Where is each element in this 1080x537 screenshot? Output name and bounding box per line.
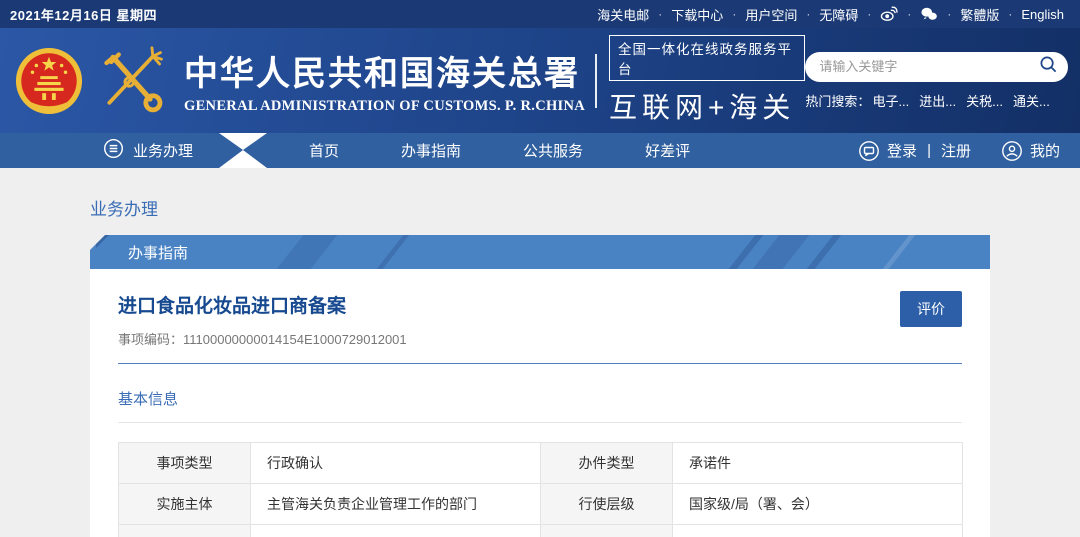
login-link[interactable]: 登录 (887, 140, 917, 161)
weibo-icon[interactable] (880, 6, 898, 22)
nav-item-public-service[interactable]: 公共服务 (523, 140, 583, 161)
evaluate-button[interactable]: 评价 (900, 291, 962, 327)
wechat-icon[interactable] (920, 6, 938, 22)
field-label: 是否收费 (119, 525, 251, 537)
my-account-link[interactable]: 我的 (1030, 140, 1060, 161)
hot-search-label: 热门搜索： (805, 91, 870, 110)
link-accessibility[interactable]: 无障碍 (819, 5, 858, 24)
page-content: 业务办理 办事指南 进口食品化妆品进口商备案 事项编码：111000000000… (0, 168, 1080, 537)
nav-item-home[interactable]: 首页 (309, 140, 339, 161)
site-title-block: 中华人民共和国海关总署 GENERAL ADMINISTRATION OF CU… (184, 46, 585, 115)
platform-name: 互联网+海关 (609, 86, 805, 126)
field-value: 国家级/局（署、会） (673, 484, 963, 525)
my-account-group[interactable]: 我的 (1001, 140, 1060, 162)
dot-separator: · (732, 7, 736, 21)
site-header: 中华人民共和国海关总署 GENERAL ADMINISTRATION OF CU… (0, 28, 1080, 133)
search-box[interactable] (805, 52, 1068, 82)
detail-card: 进口食品化妆品进口商备案 事项编码：11100000000014154E1000… (90, 269, 990, 537)
hot-search-item[interactable]: 通关... (1013, 91, 1050, 110)
hot-search-item[interactable]: 关税... (966, 91, 1003, 110)
field-label: 事项类型 (119, 443, 251, 484)
link-english[interactable]: English (1021, 7, 1064, 22)
nav-item-rating[interactable]: 好差评 (645, 140, 690, 161)
field-label: 行使层级 (541, 484, 673, 525)
nav-menu-label: 业务办理 (133, 140, 193, 161)
nav-active-marker (219, 133, 267, 168)
national-emblem (14, 46, 84, 116)
banner-stripe (372, 235, 414, 269)
table-row: 事项类型 行政确认 办件类型 承诺件 (119, 443, 963, 484)
basic-info-table: 事项类型 行政确认 办件类型 承诺件 实施主体 主管海关负责企业管理工作的部门 … (118, 442, 963, 537)
dot-separator: · (867, 7, 871, 21)
field-label: 办件类型 (541, 443, 673, 484)
field-label: 办理形式 (541, 525, 673, 537)
customs-logo-icon (96, 45, 170, 117)
hot-search-line: 热门搜索： 电子... 进出... 关税... 通关... (805, 91, 1068, 110)
dot-separator: · (907, 7, 911, 21)
section-divider (118, 422, 962, 423)
banner-decoration (90, 235, 105, 250)
blue-divider (118, 363, 962, 364)
register-link[interactable]: 注册 (941, 140, 971, 161)
field-value: 窗口办理 网上办理 (673, 525, 963, 537)
site-title-chinese: 中华人民共和国海关总署 (184, 46, 585, 95)
table-row: 是否收费 否 办理形式 窗口办理 网上办理 (119, 525, 963, 537)
hot-search-item[interactable]: 进出... (919, 91, 956, 110)
hot-search-item[interactable]: 电子... (872, 91, 909, 110)
search-icon[interactable] (1039, 55, 1058, 79)
item-code: 事项编码：11100000000014154E1000729012001 (118, 329, 407, 348)
dot-separator: · (658, 7, 662, 21)
banner-title: 办事指南 (128, 242, 188, 263)
field-value: 承诺件 (673, 443, 963, 484)
field-value: 行政确认 (251, 443, 541, 484)
site-title-english: GENERAL ADMINISTRATION OF CUSTOMS. P. R.… (184, 98, 585, 115)
main-nav: 业务办理 首页 办事指南 公共服务 好差评 登录 | 注册 我的 (0, 133, 1080, 168)
link-customs-email[interactable]: 海关电邮 (597, 5, 649, 24)
banner-stripe (878, 235, 920, 269)
search-input[interactable] (819, 59, 1039, 74)
chat-bubble-icon (858, 140, 880, 162)
link-traditional-chinese[interactable]: 繁體版 (960, 5, 999, 24)
dot-separator: · (947, 7, 951, 21)
platform-badge: 全国一体化在线政务服务平台 (609, 35, 805, 81)
nav-items: 首页 办事指南 公共服务 好差评 (309, 140, 752, 161)
link-download-center[interactable]: 下载中心 (671, 5, 723, 24)
page-title: 业务办理 (90, 195, 990, 220)
top-utility-bar: 2021年12月16日 星期四 海关电邮 · 下载中心 · 用户空间 · 无障碍… (0, 0, 1080, 28)
nav-menu-business[interactable]: 业务办理 (103, 138, 193, 163)
nav-item-service-guide[interactable]: 办事指南 (401, 140, 461, 161)
nav-account-area: 登录 | 注册 我的 (858, 140, 1060, 162)
field-value: 主管海关负责企业管理工作的部门 (251, 484, 541, 525)
table-row: 实施主体 主管海关负责企业管理工作的部门 行使层级 国家级/局（署、会） (119, 484, 963, 525)
service-guide-banner: 办事指南 (90, 235, 990, 269)
dot-separator: · (1008, 7, 1012, 21)
banner-stripe (802, 235, 846, 269)
section-title-basic-info: 基本信息 (118, 388, 962, 409)
hamburger-circle-icon (103, 138, 124, 163)
banner-stripe (272, 235, 342, 269)
user-icon (1001, 140, 1023, 162)
utility-links: 海关电邮 · 下载中心 · 用户空间 · 无障碍 · · · 繁體版 · Eng… (597, 5, 1064, 24)
platform-block: 全国一体化在线政务服务平台 互联网+海关 (609, 35, 805, 126)
header-divider (595, 54, 597, 108)
field-label: 实施主体 (119, 484, 251, 525)
link-user-space[interactable]: 用户空间 (745, 5, 797, 24)
current-date: 2021年12月16日 星期四 (10, 5, 157, 24)
login-register-divider: | (927, 142, 931, 159)
field-value: 否 (251, 525, 541, 537)
search-block: 热门搜索： 电子... 进出... 关税... 通关... (805, 52, 1068, 110)
card-header: 进口食品化妆品进口商备案 事项编码：11100000000014154E1000… (118, 291, 962, 348)
item-title: 进口食品化妆品进口商备案 (118, 291, 407, 318)
dot-separator: · (806, 7, 810, 21)
